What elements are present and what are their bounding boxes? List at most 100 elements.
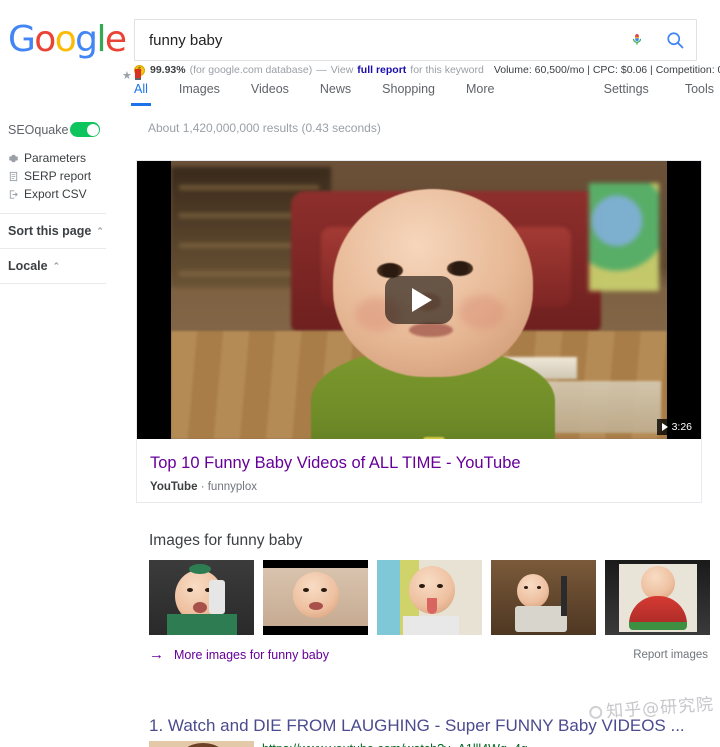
tab-more-label: More [466,82,495,96]
thumb5-face [641,566,675,600]
thumb4-eye-r [537,586,541,589]
image-thumbnail-2[interactable] [263,560,368,635]
seoquake-percent: 99.93% [150,64,186,76]
seoquake-metrics-bar: $ 99.93% (for google.com database) — Vie… [134,62,720,78]
sidebar-item-parameters-label: Parameters [24,151,87,165]
logo-letter-l: l [96,19,106,60]
thumb5-rind [629,622,687,630]
seoquake-rank-flag-icon [135,69,141,80]
more-images-link[interactable]: → More images for funny baby [149,647,329,662]
tab-all-label: All [134,82,148,96]
thumb1-eye-l [187,588,193,592]
thumb1-dress [167,614,237,635]
seoquake-database-note: (for google.com database) [189,64,313,76]
organic-result-url[interactable]: https://www.youtube.com/watch?v=A1lll4Wq… [262,741,528,747]
seoquake-keyword-metrics: Volume: 60,500/mo | CPC: $0.06 | Competi… [493,64,720,76]
seoquake-full-report-link[interactable]: full report [357,64,406,76]
seoquake-keyword-note: for this keyword [410,64,484,76]
thumb2-mouth [309,602,323,610]
seoquake-toggle[interactable] [70,122,100,137]
image-thumbnail-5[interactable] [605,560,710,635]
organic-result-thumbnail[interactable] [149,741,254,747]
sidebar-item-parameters[interactable]: Parameters [8,149,110,167]
tab-news[interactable]: News [320,80,351,106]
thumb1-bow [189,564,211,574]
sidebar-item-sort-this-page[interactable]: Sort this page ⌃ [0,214,110,248]
image-thumbnail-3[interactable] [377,560,482,635]
google-logo[interactable]: Google [8,19,127,60]
sidebar-item-serp-report-label: SERP report [24,169,92,183]
image-thumbnail-4[interactable] [491,560,596,635]
thumb1-mouth [193,602,207,613]
baby-mouth [409,323,453,337]
star-icon: ★ [122,70,132,82]
tab-shopping-label: Shopping [382,82,435,96]
thumb3-shirt [403,616,459,635]
images-block: Images for funny baby → More images for … [136,532,716,662]
sidebar-item-locale-label: Locale [8,259,48,273]
video-duration-badge: 3:26 [656,419,697,435]
sidebar-divider-3 [0,283,106,284]
play-triangle [411,288,432,312]
tab-videos[interactable]: Videos [251,80,289,106]
sidebar-item-export-csv[interactable]: Export CSV [8,185,110,203]
thumb4-eye-l [524,586,528,589]
report-images-link[interactable]: Report images [633,649,708,661]
video-uploader: funnyplox [207,481,257,493]
tab-news-label: News [319,82,352,96]
video-source-name: YouTube [150,481,198,493]
settings-button[interactable]: Settings [604,80,649,106]
video-source-separator: · [200,481,205,493]
baby-eye-right [447,261,473,276]
tools-button[interactable]: Tools [685,80,714,106]
image-thumbnail-1[interactable] [149,560,254,635]
thumb1-phone [209,580,225,614]
seoquake-dash: — [316,64,327,76]
logo-letter-g2: g [75,19,98,60]
chevron-up-icon: ⌃ [96,225,104,236]
tab-shopping[interactable]: Shopping [382,80,435,106]
tab-all[interactable]: ★ All [122,69,151,106]
seoquake-links: Parameters SERP report Export CSV [0,147,110,213]
microphone-icon[interactable] [620,30,654,50]
gear-icon [8,153,19,164]
seoquake-sidebar: SEOquake Parameters SERP report Export C… [0,112,110,284]
tab-images[interactable]: Images [179,80,220,106]
logo-letter-e: e [104,19,127,60]
chevron-up-icon-2: ⌃ [52,260,61,271]
search-icon[interactable] [654,30,696,50]
page-header: Google $ 99.93% (f [0,0,720,110]
settings-label: Settings [603,82,649,96]
search-input[interactable] [135,30,620,50]
search-nav-tabs: ★ All Images Videos News Shopping More S… [122,69,714,110]
document-icon [8,171,19,182]
tab-videos-label: Videos [250,82,289,96]
video-duration-label: 3:26 [671,421,692,433]
video-result-card[interactable]: 3:26 Top 10 Funny Baby Videos of ALL TIM… [136,160,702,503]
arrow-right-icon: → [149,646,164,663]
result-stats: About 1,420,000,000 results (0.43 second… [148,121,381,135]
thumb2-eye-l [303,588,309,592]
tab-images-label: Images [178,82,220,96]
search-results-page: Google $ 99.93% (f [0,0,720,747]
search-box[interactable] [134,19,697,61]
seoquake-header: SEOquake [0,112,110,147]
sidebar-item-serp-report[interactable]: SERP report [8,167,110,185]
video-result-title[interactable]: Top 10 Funny Baby Videos of ALL TIME - Y… [150,453,701,473]
logo-letter-g1: G [8,19,36,60]
organic-result-1: 1. Watch and DIE FROM LAUGHING - Super F… [136,715,716,747]
logo-letter-o1: o [34,19,56,60]
images-footer: → More images for funny baby Report imag… [136,647,716,662]
seoquake-title: SEOquake [8,122,69,137]
video-thumbnail[interactable]: 3:26 [137,161,701,439]
organic-result-title[interactable]: 1. Watch and DIE FROM LAUGHING - Super F… [149,715,716,736]
sidebar-item-sort-this-page-label: Sort this page [8,224,92,238]
sidebar-item-locale[interactable]: Locale ⌃ [0,249,110,283]
tab-more[interactable]: More [466,80,494,106]
play-button-icon[interactable] [385,276,453,324]
scene-rug [541,381,661,433]
duration-play-icon [661,423,668,431]
logo-letter-o2: o [54,19,77,60]
thumb4-face [517,574,549,608]
thumb2-face [293,572,339,618]
